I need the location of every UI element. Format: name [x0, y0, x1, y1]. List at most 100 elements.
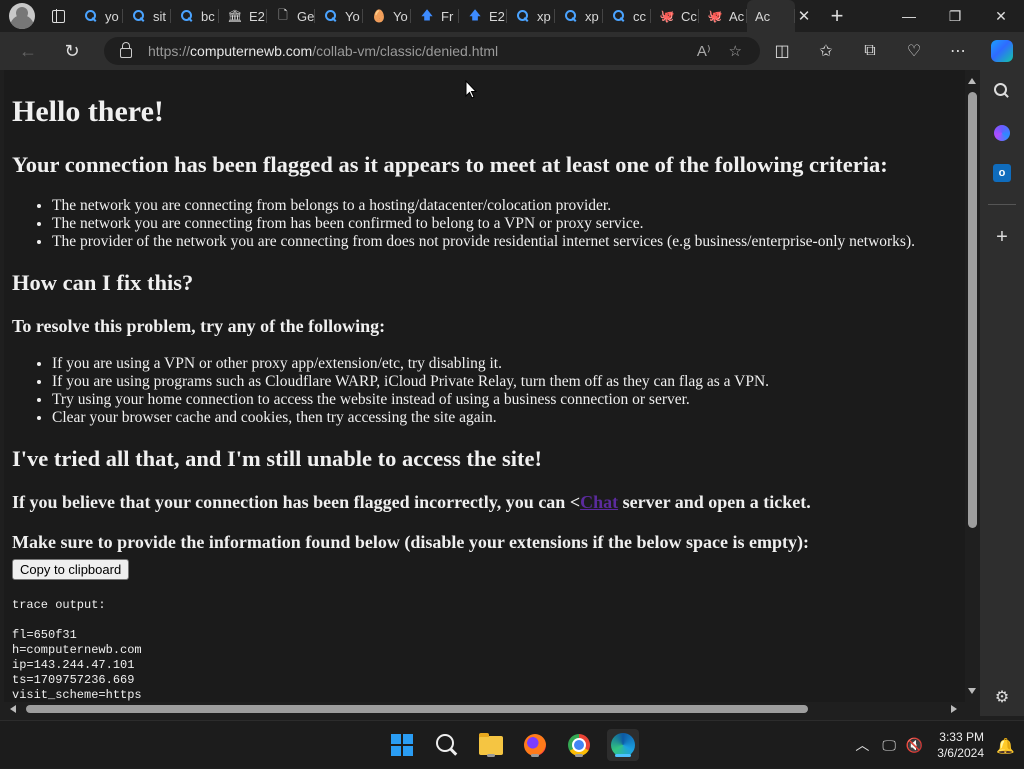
- browser-tab[interactable]: Yo: [315, 0, 363, 32]
- scroll-down-arrow-icon[interactable]: [968, 688, 976, 694]
- show-hidden-icons-chevron-icon[interactable]: ︿: [850, 735, 874, 755]
- sidebar-add-icon[interactable]: +: [991, 226, 1013, 248]
- search-icon: [515, 8, 531, 24]
- page-content: Hello there! Your connection has been fl…: [4, 70, 965, 702]
- search-icon: [179, 8, 195, 24]
- taskbar-search-icon[interactable]: [431, 729, 463, 761]
- sidebar-settings-gear-icon[interactable]: ⚙: [991, 686, 1013, 708]
- lock-icon[interactable]: [120, 42, 132, 58]
- vertical-scroll-thumb[interactable]: [968, 92, 977, 528]
- firefox-icon: [524, 734, 546, 756]
- list-item: If you are using programs such as Cloudf…: [52, 373, 957, 391]
- search-icon: [131, 8, 147, 24]
- tabs-list: yo sit bc 🏛 E2 🗋 Ge Yo 🥚 Yo 🡅 Fr 🡅 E2 xp xp cc 🐙 Cc 🐙 Ac Ac: [75, 0, 795, 32]
- profile-avatar[interactable]: [9, 3, 35, 29]
- file-explorer-app[interactable]: [475, 729, 507, 761]
- close-tab-icon[interactable]: ✕: [793, 5, 815, 27]
- browser-tab[interactable]: 🡅 Fr: [411, 0, 459, 32]
- browser-essentials-icon[interactable]: ♡: [892, 35, 936, 67]
- tab-label: yo: [105, 8, 119, 24]
- address-bar[interactable]: https://computernewb.com/collab-vm/class…: [104, 37, 760, 65]
- browser-tab[interactable]: 🥚 Yo: [363, 0, 411, 32]
- volume-muted-icon[interactable]: 🔇: [906, 737, 923, 754]
- sidebar-search-icon[interactable]: [991, 80, 1013, 102]
- criteria-list: The network you are connecting from belo…: [52, 197, 957, 251]
- notification-bell-icon[interactable]: 🔔: [996, 737, 1015, 755]
- refresh-icon[interactable]: ↻: [56, 35, 88, 67]
- browser-tab[interactable]: bc: [171, 0, 219, 32]
- firefox-app[interactable]: [519, 729, 551, 761]
- chrome-app[interactable]: [563, 729, 595, 761]
- search-icon: [611, 8, 627, 24]
- tab-label: Yo: [393, 8, 408, 24]
- vertical-scrollbar[interactable]: [965, 70, 980, 702]
- browser-tab[interactable]: 🡅 E2: [459, 0, 507, 32]
- favorites-icon[interactable]: ✩: [804, 35, 848, 67]
- flagged-heading: Your connection has been flagged as it a…: [12, 152, 888, 177]
- list-item: The network you are connecting from has …: [52, 215, 957, 233]
- more-menu-icon[interactable]: ⋯: [936, 35, 980, 67]
- start-button[interactable]: [386, 729, 418, 761]
- document-icon: 🗋: [278, 7, 288, 22]
- windows-taskbar: ︿ 🖵 🔇 3:33 PM 3/6/2024 🔔: [0, 720, 1024, 768]
- system-tray: ︿ 🖵 🔇 3:33 PM 3/6/2024 🔔: [850, 721, 1024, 769]
- sidebar-divider: [988, 204, 1016, 205]
- browser-tab[interactable]: yo: [75, 0, 123, 32]
- back-arrow-icon[interactable]: ←: [12, 35, 44, 67]
- sidebar-outlook-icon[interactable]: o: [991, 162, 1013, 184]
- tab-strip: yo sit bc 🏛 E2 🗋 Ge Yo 🥚 Yo 🡅 Fr 🡅 E2 xp xp cc 🐙 Cc 🐙 Ac Ac ✕…: [0, 0, 1024, 32]
- clock[interactable]: 3:33 PM 3/6/2024: [937, 729, 984, 761]
- browser-tab[interactable]: sit: [123, 0, 171, 32]
- trace-output[interactable]: trace output: fl=650f31 h=computernewb.c…: [12, 598, 957, 702]
- browser-tab[interactable]: xp: [507, 0, 555, 32]
- copilot-icon[interactable]: [980, 35, 1024, 67]
- tab-actions-icon[interactable]: [47, 5, 69, 27]
- tab-label: E2: [489, 8, 505, 24]
- provide-info-heading: Make sure to provide the information fou…: [12, 532, 810, 552]
- arrow-up-icon: 🡅: [420, 7, 434, 22]
- horizontal-scroll-thumb[interactable]: [26, 705, 808, 713]
- browser-tab[interactable]: Ac: [747, 0, 795, 32]
- browser-tab[interactable]: 🐙 Cc: [651, 0, 699, 32]
- scroll-right-arrow-icon[interactable]: [951, 705, 957, 713]
- tab-label: cc: [633, 8, 646, 24]
- chat-link[interactable]: Chat: [580, 492, 618, 512]
- network-icon[interactable]: 🖵: [882, 737, 896, 754]
- tab-label: Ac: [729, 8, 745, 24]
- tab-label: Ge: [297, 8, 315, 24]
- restore-icon[interactable]: ❐: [932, 0, 978, 32]
- window-close-icon[interactable]: ✕: [978, 0, 1024, 32]
- search-icon: [323, 8, 339, 24]
- search-icon: [83, 8, 99, 24]
- chrome-icon: [568, 734, 590, 756]
- tab-label: bc: [201, 8, 215, 24]
- sidebar-copilot-icon[interactable]: [991, 122, 1013, 144]
- bank-icon: 🏛: [227, 9, 243, 23]
- page-viewport: Hello there! Your connection has been fl…: [4, 70, 965, 702]
- minimize-icon[interactable]: —: [886, 0, 932, 32]
- browser-tab[interactable]: 🗋 Ge: [267, 0, 315, 32]
- split-screen-icon[interactable]: ◫: [760, 35, 804, 67]
- tab-label: xp: [537, 8, 551, 24]
- read-aloud-icon[interactable]: A⁾: [697, 42, 711, 60]
- browser-tab[interactable]: 🏛 E2: [219, 0, 267, 32]
- edge-app[interactable]: [607, 729, 639, 761]
- copy-to-clipboard-button[interactable]: Copy to clipboard: [12, 559, 130, 580]
- favorite-star-icon[interactable]: ☆: [729, 42, 742, 60]
- list-item: Clear your browser cache and cookies, th…: [52, 409, 957, 427]
- browser-tab[interactable]: xp: [555, 0, 603, 32]
- tab-label: E2: [249, 8, 265, 24]
- tab-label: sit: [153, 8, 166, 24]
- list-item: Try using your home connection to access…: [52, 391, 957, 409]
- scroll-left-arrow-icon[interactable]: [10, 705, 16, 713]
- browser-tab[interactable]: cc: [603, 0, 651, 32]
- scroll-up-arrow-icon[interactable]: [968, 78, 976, 84]
- horizontal-scrollbar[interactable]: [4, 702, 965, 716]
- egg-icon: 🥚: [371, 9, 387, 23]
- url-text[interactable]: https://computernewb.com/collab-vm/class…: [148, 43, 498, 59]
- new-tab-button[interactable]: +: [823, 2, 851, 30]
- collections-icon[interactable]: ⧉: [848, 35, 892, 67]
- tab-label: Cc: [681, 8, 697, 24]
- browser-tab[interactable]: 🐙 Ac: [699, 0, 747, 32]
- folder-icon: [479, 732, 503, 755]
